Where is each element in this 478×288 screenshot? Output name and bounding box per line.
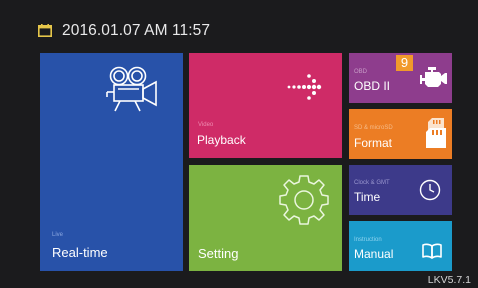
dotted-arrow-icon bbox=[287, 72, 327, 102]
movie-camera-icon bbox=[105, 65, 167, 115]
tile-setting[interactable]: Setting bbox=[189, 165, 342, 271]
date-time-text: 2016.01.07 AM 11:57 bbox=[62, 22, 211, 39]
tile-label: Setting bbox=[198, 246, 239, 261]
clock-icon bbox=[419, 179, 441, 201]
tile-playback[interactable]: Video Playback bbox=[189, 53, 342, 158]
tile-label: Format bbox=[354, 136, 393, 150]
tile-caption: Instruction bbox=[354, 237, 382, 243]
tile-format[interactable]: SD & microSD Format bbox=[349, 109, 452, 159]
engine-icon bbox=[420, 66, 448, 88]
screen: 2016.01.07 AM 11:57 Live Real-time Video… bbox=[0, 0, 478, 288]
tile-time[interactable]: Clock & GMT Time bbox=[349, 165, 452, 215]
tile-real-time[interactable]: Live Real-time bbox=[40, 53, 183, 271]
calendar-icon bbox=[38, 24, 52, 37]
tile-label: OBD II bbox=[354, 79, 391, 93]
tile-caption: OBD bbox=[354, 69, 368, 75]
tile-manual[interactable]: Instruction Manual bbox=[349, 221, 452, 271]
tile-label: Time bbox=[354, 190, 381, 204]
tile-label: Manual bbox=[354, 247, 394, 261]
sd-card-icon bbox=[424, 117, 448, 149]
book-icon bbox=[422, 243, 442, 259]
tile-caption: Live bbox=[52, 232, 64, 238]
tile-label: Real-time bbox=[52, 245, 108, 260]
obd-count-badge: 9 bbox=[396, 55, 413, 71]
firmware-version: LKV5.7.1 bbox=[427, 274, 471, 286]
tile-caption: Video bbox=[198, 122, 214, 128]
gear-icon bbox=[277, 173, 331, 227]
tile-obd-ii[interactable]: OBD OBD II 9 bbox=[349, 53, 452, 103]
tile-label: Playback bbox=[197, 133, 246, 147]
tile-caption: Clock & GMT bbox=[354, 180, 390, 186]
tile-caption: SD & microSD bbox=[354, 125, 393, 131]
